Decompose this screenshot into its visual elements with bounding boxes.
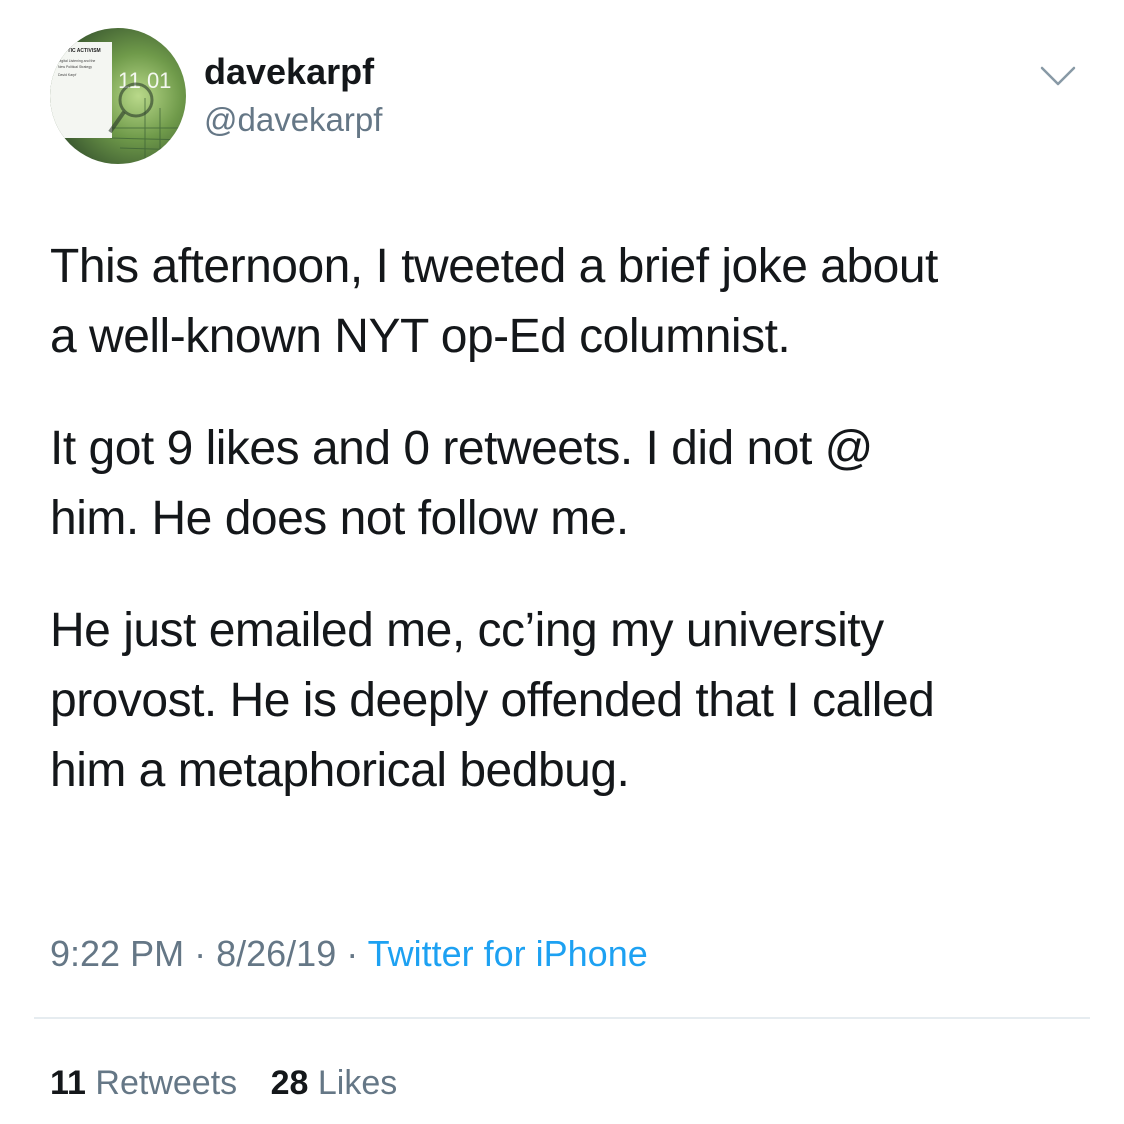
display-name[interactable]: davekarpf [204, 50, 374, 94]
meta-separator: · [346, 933, 359, 974]
tweet-date: 8/26/19 [216, 933, 337, 974]
avatar-book-author: David Karpf [58, 73, 76, 77]
retweets-label: Retweets [95, 1064, 238, 1102]
divider [34, 1017, 1090, 1019]
avatar-book-subtitle-1: Digital Listening and the [58, 59, 95, 63]
tweet-paragraph: It got 9 likes and 0 retweets. I did not… [50, 422, 873, 545]
avatar-book-title: ALYTIC ACTIVISM [58, 48, 101, 54]
tweet-text: This afternoon, I tweeted a brief joke a… [50, 232, 1090, 806]
chevron-down-icon[interactable] [1036, 58, 1080, 94]
user-handle[interactable]: @davekarpf [204, 100, 382, 140]
likes-count: 28 [270, 1064, 309, 1102]
retweets-count: 11 [50, 1064, 86, 1102]
avatar-book-subtitle-2: New Political Strategy [58, 65, 92, 69]
tweet-time: 9:22 PM [50, 933, 185, 974]
tweet-meta: 9:22 PM · 8/26/19 · Twitter for iPhone [50, 930, 648, 978]
tweet-source-link[interactable]: Twitter for iPhone [368, 933, 648, 974]
book-cover-avatar-icon: ALYTIC ACTIVISM Digital Listening and th… [50, 28, 186, 164]
tweet-paragraph: This afternoon, I tweeted a brief joke a… [50, 240, 938, 363]
tweet-stats: 11 Retweets 28 Likes [50, 1060, 421, 1106]
tweet-paragraph: He just emailed me, cc’ing my university… [50, 604, 935, 797]
likes-stat[interactable]: 28 Likes [271, 1060, 398, 1106]
retweets-stat[interactable]: 11 Retweets [50, 1060, 237, 1106]
likes-label: Likes [317, 1064, 398, 1102]
avatar[interactable]: ALYTIC ACTIVISM Digital Listening and th… [50, 28, 186, 164]
meta-separator: · [194, 933, 207, 974]
